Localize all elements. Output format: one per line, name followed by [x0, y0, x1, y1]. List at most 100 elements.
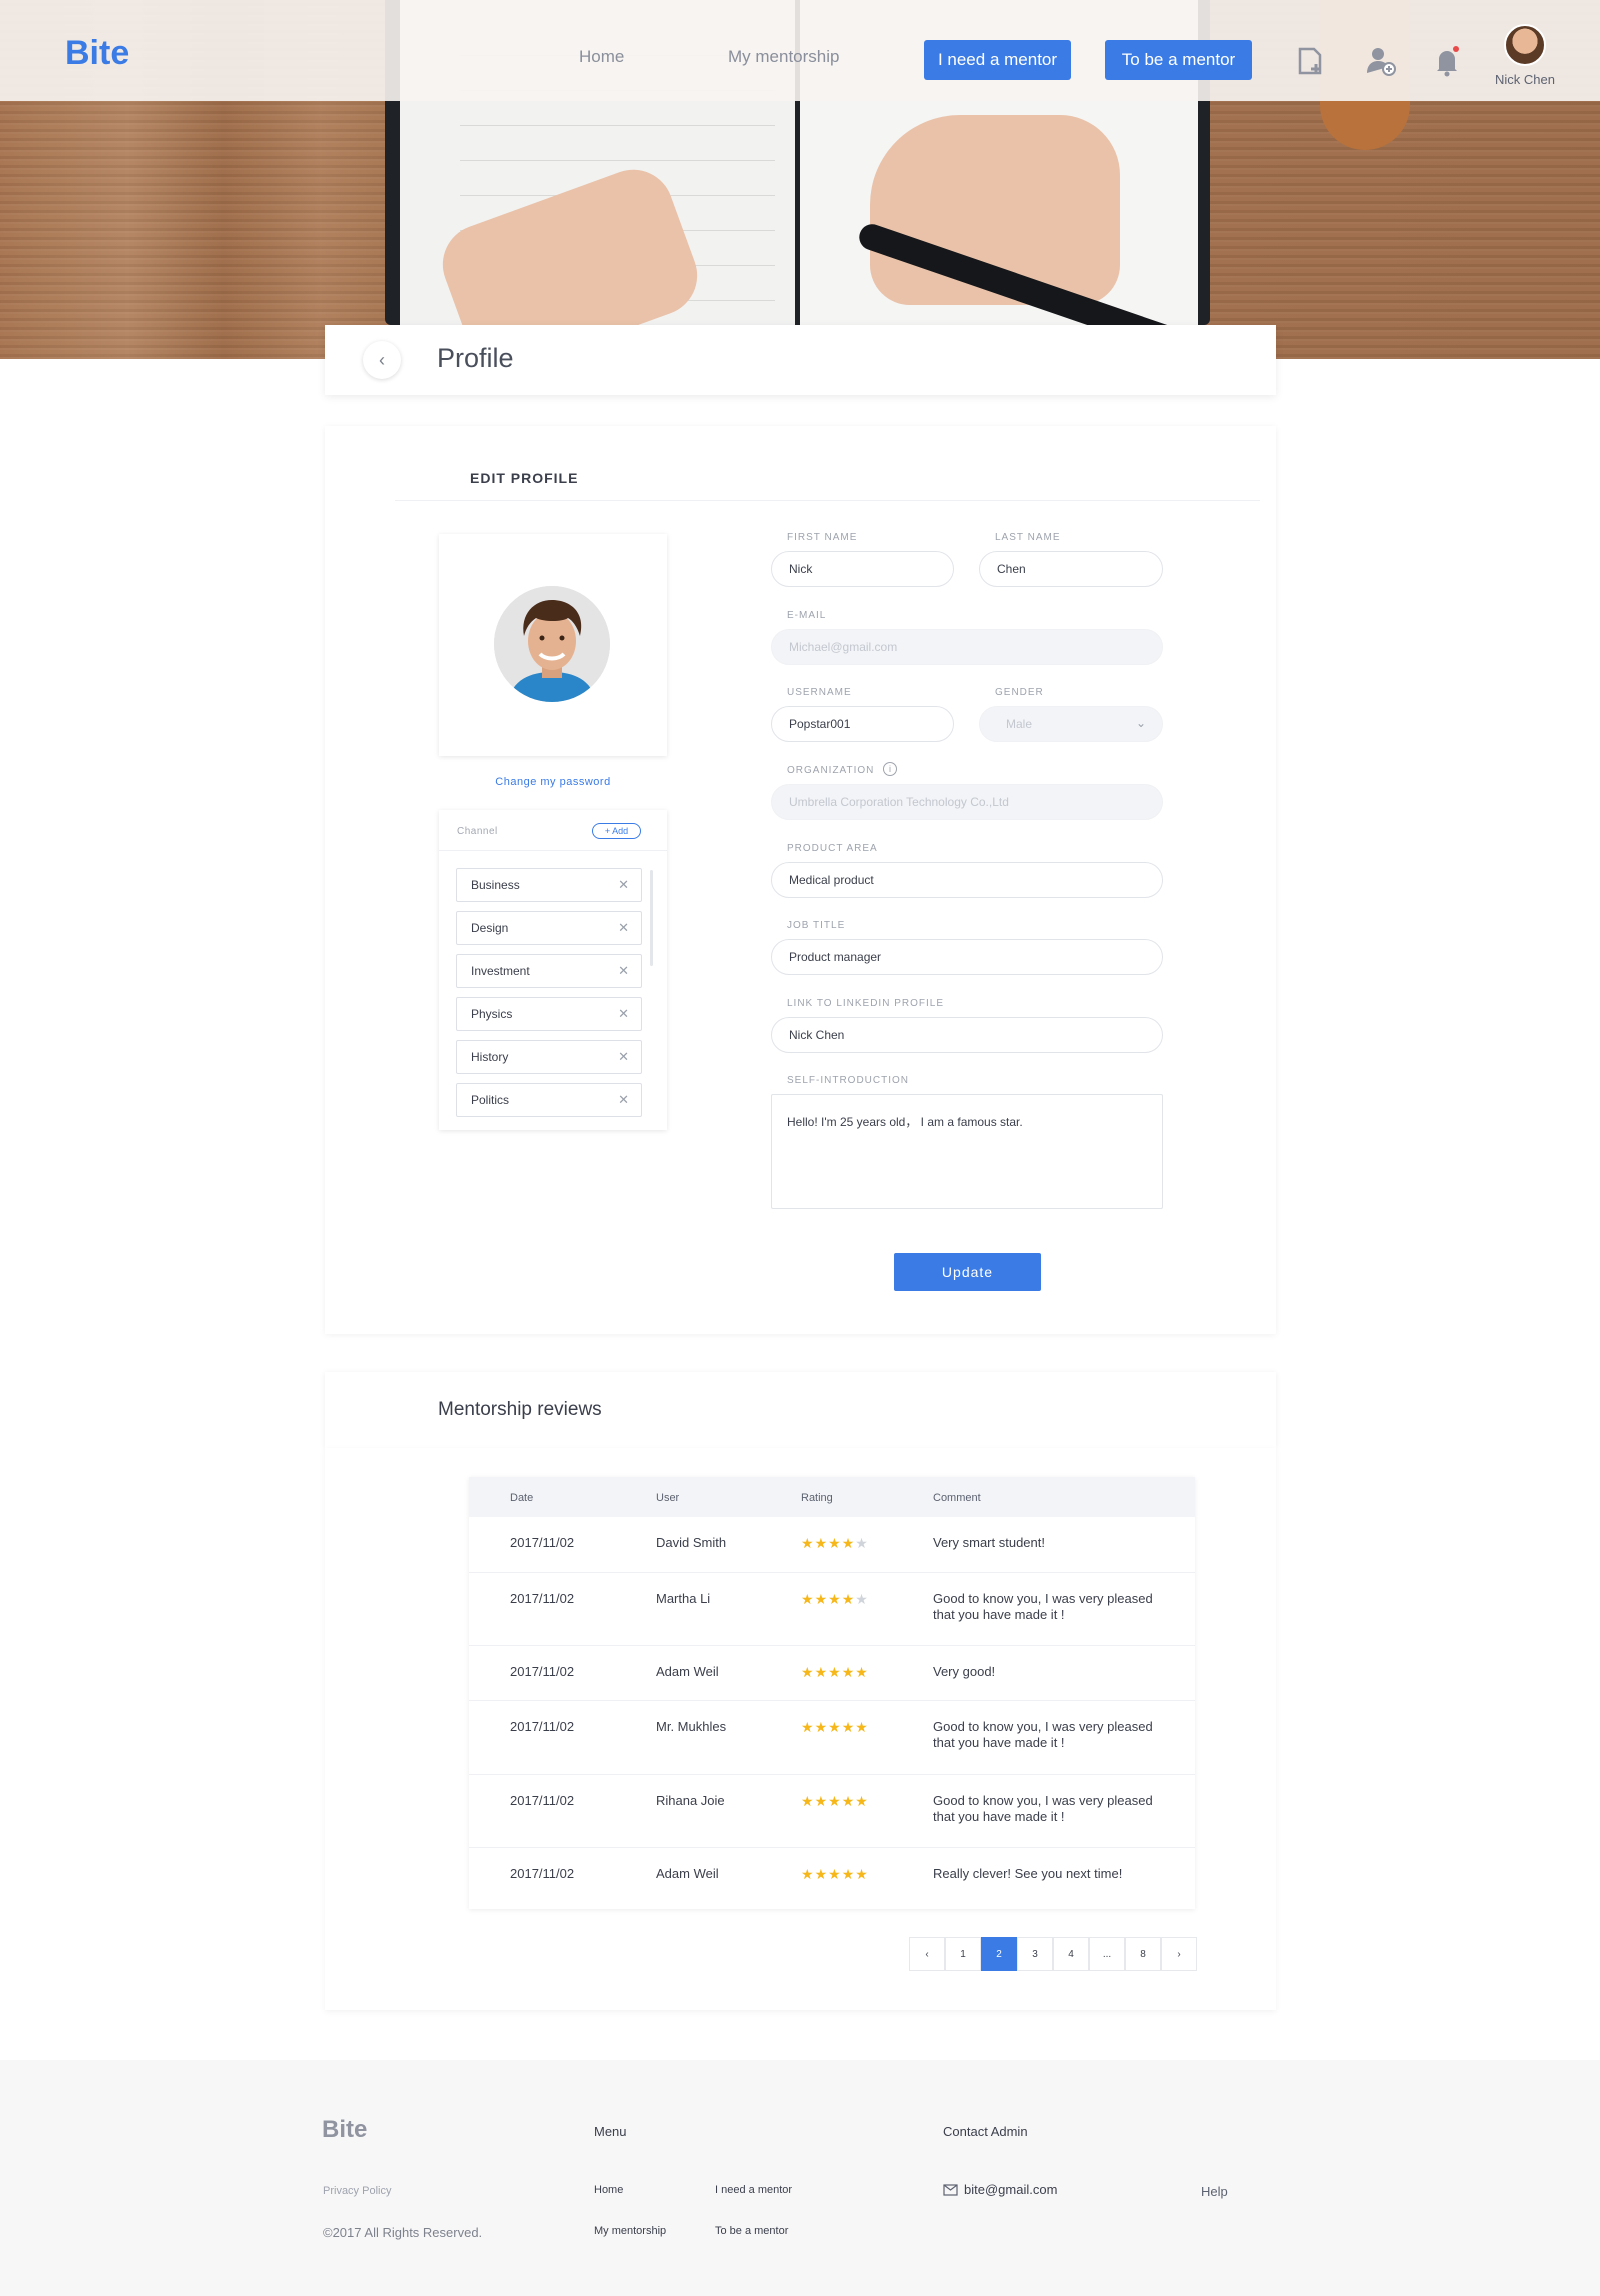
profile-photo-box[interactable]: [439, 534, 667, 756]
table-row: 2017/11/02 Adam Weil Very good! ★★★★★: [469, 1646, 1195, 1701]
table-row: 2017/11/02 Mr. Mukhles Good to know you, I…: [469, 1701, 1195, 1775]
add-document-icon[interactable]: [1294, 44, 1328, 78]
star-icon: ★: [801, 1793, 815, 1809]
pagination-page[interactable]: 8: [1125, 1937, 1161, 1971]
column-header-date[interactable]: Date: [510, 1492, 533, 1504]
channel-item[interactable]: Investment ✕: [456, 954, 642, 988]
footer-logo[interactable]: Bite: [322, 2116, 367, 2144]
need-mentor-button[interactable]: I need a mentor: [924, 40, 1071, 80]
help-link[interactable]: Help: [1201, 2184, 1228, 2199]
footer-menu-title: Menu: [594, 2124, 627, 2139]
star-icon: ★: [855, 1719, 869, 1735]
footer-home-link[interactable]: Home: [594, 2184, 623, 2196]
channel-item-label: Investment: [471, 964, 530, 978]
pagination-page-current[interactable]: 2: [981, 1937, 1017, 1971]
column-header-comment[interactable]: Comment: [933, 1492, 981, 1504]
footer-be-mentor-link[interactable]: To be a mentor: [715, 2225, 788, 2237]
channel-item[interactable]: Design ✕: [456, 911, 642, 945]
channel-item-label: History: [471, 1050, 509, 1064]
pagination-page[interactable]: 3: [1017, 1937, 1053, 1971]
gender-select[interactable]: Male ⌄: [979, 706, 1163, 742]
channel-scrollbar[interactable]: [650, 870, 653, 966]
channel-box: Channel + Add Business ✕ Design ✕ Investme…: [439, 810, 667, 1130]
star-icon: ★: [841, 1535, 856, 1551]
contact-title: Contact Admin: [943, 2124, 1028, 2139]
pagination-page[interactable]: 1: [945, 1937, 981, 1971]
footer-mentorship-link[interactable]: My mentorship: [594, 2225, 666, 2237]
update-button[interactable]: Update: [894, 1253, 1041, 1291]
be-mentor-button[interactable]: To be a mentor: [1105, 40, 1252, 80]
username-field[interactable]: Popstar001: [771, 706, 954, 742]
review-user: Martha Li: [656, 1591, 711, 1606]
pagination-prev[interactable]: ‹: [909, 1937, 945, 1971]
review-comment: Good to know you, I was very pleased tha…: [933, 1719, 1153, 1750]
column-header-user[interactable]: User: [656, 1492, 679, 1504]
logo[interactable]: Bite: [65, 34, 129, 73]
pagination-page[interactable]: 4: [1053, 1937, 1089, 1971]
add-channel-button[interactable]: + Add: [592, 823, 641, 839]
close-icon[interactable]: ✕: [618, 1006, 629, 1022]
star-icon: ★: [841, 1866, 856, 1882]
star-icon: ★: [828, 1664, 842, 1680]
privacy-link[interactable]: Privacy Policy: [323, 2185, 391, 2197]
channel-item[interactable]: Business ✕: [456, 868, 642, 902]
bell-icon[interactable]: [1430, 44, 1464, 78]
close-icon[interactable]: ✕: [618, 877, 629, 893]
nav-mentorship-link[interactable]: My mentorship: [728, 47, 839, 67]
divider: [395, 500, 1260, 501]
table-row: 2017/11/02 Adam Weil Really clever! See yo…: [469, 1848, 1195, 1902]
pagination-ellipsis: ...: [1089, 1937, 1125, 1971]
first-name-field[interactable]: Nick: [771, 551, 954, 587]
star-icon: ★: [828, 1719, 842, 1735]
review-user: David Smith: [656, 1535, 727, 1550]
channel-item[interactable]: Politics ✕: [456, 1083, 642, 1117]
pagination-next[interactable]: ›: [1161, 1937, 1197, 1971]
star-icon: ★: [814, 1866, 829, 1882]
table-row: 2017/11/02 Martha Li Good to know you, I w…: [469, 1573, 1195, 1646]
close-icon[interactable]: ✕: [618, 1092, 629, 1108]
user-name[interactable]: Nick Chen: [1485, 72, 1565, 87]
close-icon[interactable]: ✕: [618, 920, 629, 936]
star-icon: ★: [814, 1591, 829, 1607]
gender-label: GENDER: [995, 687, 1044, 698]
star-icon: ★: [828, 1793, 842, 1809]
nav-home-link[interactable]: Home: [579, 47, 624, 67]
organization-field[interactable]: Umbrella Corporation Technology Co.,Ltd: [771, 784, 1163, 820]
footer: Bite Privacy Policy ©2017 All Rights Res…: [0, 2060, 1600, 2296]
divider: [439, 850, 667, 851]
profile-header-card: ‹ Profile: [325, 325, 1276, 395]
channel-item[interactable]: History ✕: [456, 1040, 642, 1074]
user-avatar[interactable]: [1504, 24, 1546, 66]
footer-need-mentor-link[interactable]: I need a mentor: [715, 2184, 792, 2196]
email-field[interactable]: Michael@gmail.com: [771, 629, 1163, 665]
close-icon[interactable]: ✕: [618, 963, 629, 979]
back-button[interactable]: ‹: [363, 341, 401, 379]
chevron-left-icon: ‹: [379, 349, 385, 370]
rating-stars: ★★★★★: [801, 1592, 869, 1606]
mail-icon: [943, 2184, 958, 2196]
review-comment: Really clever! See you next time!: [933, 1866, 1123, 1881]
star-icon: ★: [855, 1591, 869, 1607]
close-icon[interactable]: ✕: [618, 1049, 629, 1065]
star-icon: ★: [814, 1719, 829, 1735]
linkedin-field[interactable]: Nick Chen: [771, 1017, 1163, 1053]
change-password-link[interactable]: Change my password: [439, 776, 667, 788]
review-date: 2017/11/02: [510, 1793, 575, 1808]
column-header-rating[interactable]: Rating: [801, 1492, 833, 1504]
channel-item[interactable]: Physics ✕: [456, 997, 642, 1031]
intro-textarea[interactable]: Hello! I'm 25 years old， I am a famous s…: [771, 1094, 1163, 1209]
info-icon[interactable]: i: [883, 762, 897, 776]
organization-label: ORGANIZATION: [787, 765, 875, 776]
star-icon: ★: [855, 1866, 869, 1882]
channel-item-label: Politics: [471, 1093, 510, 1107]
review-date: 2017/11/02: [510, 1664, 575, 1679]
contact-email[interactable]: bite@gmail.com: [964, 2182, 1057, 2197]
job-title-field[interactable]: Product manager: [771, 939, 1163, 975]
product-area-field[interactable]: Medical product: [771, 862, 1163, 898]
add-user-icon[interactable]: [1364, 44, 1398, 78]
last-name-field[interactable]: Chen: [979, 551, 1163, 587]
star-icon: ★: [841, 1664, 856, 1680]
review-comment: Very smart student!: [933, 1535, 1045, 1550]
star-icon: ★: [801, 1866, 815, 1882]
profile-avatar[interactable]: [494, 586, 610, 702]
